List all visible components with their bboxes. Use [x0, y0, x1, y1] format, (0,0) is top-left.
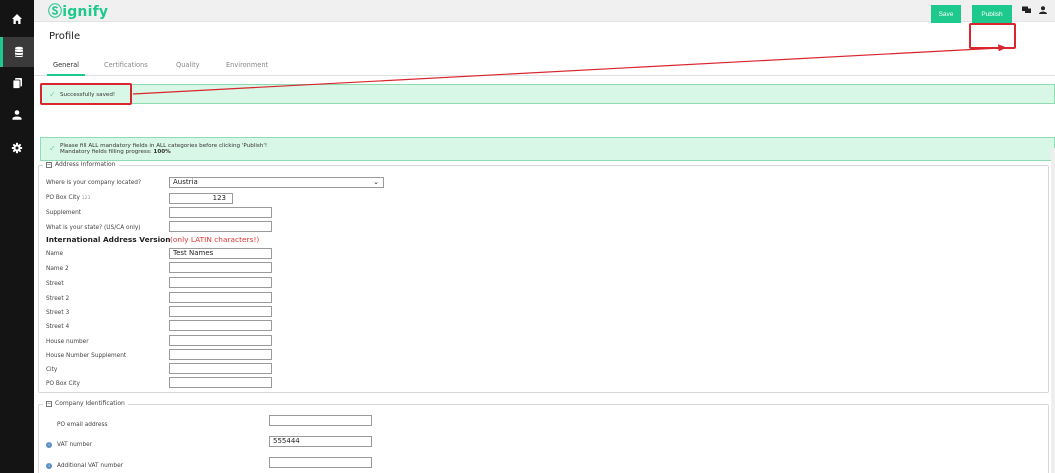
documents-icon: [12, 78, 22, 89]
collapse-icon[interactable]: −: [46, 161, 52, 168]
house-number-supplement-input[interactable]: [169, 349, 272, 360]
additional-vat-input[interactable]: [269, 457, 372, 468]
nav-documents[interactable]: [0, 68, 34, 98]
location-select[interactable]: Austria ⌄: [169, 177, 384, 188]
name-label: Name: [46, 251, 64, 257]
publish-button[interactable]: Publish: [972, 5, 1012, 23]
po-box-city-label-text: PO Box City: [46, 195, 80, 201]
success-alert: ✓ Successfully saved!: [40, 84, 1055, 104]
house-number-input[interactable]: [169, 335, 272, 346]
name2-input[interactable]: [169, 262, 272, 273]
po-email-label: PO email address: [57, 422, 108, 428]
tab-bar: General Certifications Quality Environme…: [34, 52, 1055, 76]
street4-label: Street 4: [46, 324, 70, 330]
po-box-city-intl-input[interactable]: [169, 377, 272, 388]
page-title: Profile: [49, 31, 81, 42]
nav-partners[interactable]: [0, 100, 34, 130]
intl-address-note: (only LATIN characters!): [170, 235, 260, 244]
vat-label: VAT number: [57, 442, 93, 448]
address-legend-label: Address Information: [55, 161, 116, 168]
page-header: Profile: [34, 22, 1055, 50]
street-label: Street: [46, 281, 64, 287]
check-icon: ✓: [49, 144, 56, 153]
po-box-city-label: PO Box City 123: [46, 195, 90, 201]
house-number-label: House number: [46, 339, 89, 345]
company-legend: − Company Identification: [43, 400, 128, 407]
home-icon: [12, 14, 22, 24]
info-icon[interactable]: i: [46, 463, 52, 469]
company-fieldset: − Company Identification: [38, 400, 1049, 473]
po-box-city-input[interactable]: 123: [169, 193, 233, 204]
app-root: Ⓢignify Profile Save Publish General Cer…: [0, 0, 1055, 473]
street4-input[interactable]: [169, 320, 272, 331]
po-box-city-sup: 123: [81, 196, 91, 201]
tab-general[interactable]: General: [47, 61, 85, 76]
nav-home[interactable]: [0, 4, 34, 34]
progress-label: Mandatory fields filling progress:: [60, 149, 152, 155]
user-icon[interactable]: [1039, 6, 1047, 14]
street3-label: Street 3: [46, 310, 70, 316]
company-legend-label: Company Identification: [55, 400, 125, 407]
intl-address-heading: International Address Version: [46, 235, 171, 244]
database-icon: [14, 46, 23, 57]
house-number-supplement-label: House Number Supplement: [46, 353, 127, 359]
user-handshake-icon: [12, 110, 22, 120]
state-input[interactable]: [169, 221, 272, 232]
signify-logo[interactable]: Ⓢignify: [48, 1, 108, 21]
location-label: Where is your company located?: [46, 180, 142, 186]
info-icon[interactable]: i: [46, 442, 52, 448]
chat-icon[interactable]: [1022, 6, 1031, 14]
mandatory-alert: ✓ Please fill ALL mandatory fields in AL…: [40, 137, 1055, 161]
street-input[interactable]: [169, 277, 272, 288]
saved-highlight-box: [40, 83, 132, 105]
name2-label: Name 2: [46, 266, 69, 272]
supplement-input[interactable]: [169, 207, 272, 218]
tab-environment[interactable]: Environment: [226, 61, 268, 69]
scrollbar[interactable]: [1051, 148, 1055, 473]
progress-value: 100%: [153, 149, 171, 155]
address-legend: − Address Information: [43, 161, 119, 168]
po-email-input[interactable]: [269, 415, 372, 426]
side-nav: [0, 0, 34, 473]
street3-input[interactable]: [169, 306, 272, 317]
city-input[interactable]: [169, 363, 272, 374]
collapse-icon[interactable]: −: [46, 400, 52, 407]
po-box-city-intl-label: PO Box City: [46, 381, 80, 387]
street2-label: Street 2: [46, 296, 70, 302]
supplement-label: Supplement: [46, 210, 82, 216]
additional-vat-label: Additional VAT number: [57, 463, 124, 469]
city-label: City: [46, 367, 58, 373]
progress-line: Mandatory fields filling progress: 100%: [60, 149, 171, 155]
chevron-down-icon: ⌄: [373, 178, 379, 186]
tab-quality[interactable]: Quality: [176, 61, 200, 69]
top-icons: [1022, 6, 1047, 14]
state-label: What is your state? (US/CA only): [46, 225, 141, 231]
save-button[interactable]: Save: [931, 5, 961, 23]
top-bar: Ⓢignify: [34, 0, 1055, 22]
gear-icon: [11, 142, 23, 154]
name-input[interactable]: Test Names: [169, 248, 272, 259]
tab-certifications[interactable]: Certifications: [104, 61, 148, 69]
street2-input[interactable]: [169, 292, 272, 303]
location-value: Austria: [173, 178, 198, 186]
publish-highlight-box: [969, 23, 1016, 49]
nav-database[interactable]: [0, 37, 34, 67]
nav-settings[interactable]: [0, 133, 34, 163]
vat-input[interactable]: 555444: [269, 436, 372, 447]
